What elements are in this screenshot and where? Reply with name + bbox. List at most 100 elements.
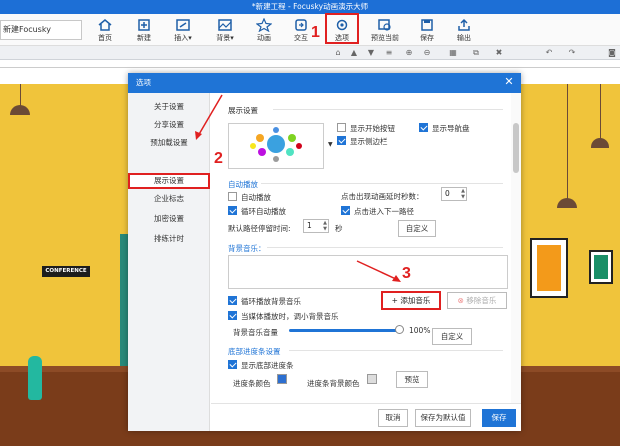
volume-slider-handle[interactable] <box>395 325 404 334</box>
background-button[interactable]: 背景▾ <box>210 16 240 44</box>
export-button-label: 输出 <box>457 34 471 42</box>
ribbon-toolbar: 新建Focusky 首页 新建 插入▾ 背景▾ 动画 交互 选项 预览当前 保存… <box>0 13 620 46</box>
camera-icon[interactable]: ◙ <box>606 48 618 57</box>
animation-button-label: 动画 <box>257 34 271 42</box>
new-button[interactable]: 新建 <box>129 16 159 44</box>
progress-preview-button[interactable]: 预览 <box>396 371 428 388</box>
loop-autoplay-label: 循环自动播放 <box>241 207 286 216</box>
zoom-out-icon[interactable]: ⊖ <box>421 48 433 57</box>
options-content: 展示设置 ▼ 显示开始按钮 显示导航盘 显示侧边栏 自动播放 自动播放 点击出现… <box>211 93 510 403</box>
add-music-label: 添加音乐 <box>400 296 431 305</box>
autoplay-section-title: 自动播放 <box>228 180 258 189</box>
sidebar-item-rehearsal[interactable]: 排练计时 <box>128 231 210 247</box>
scrollbar-thumb[interactable] <box>513 123 519 173</box>
sidebar-item-display[interactable]: 展示设置 <box>128 173 210 189</box>
canvas-toolbar: ⌂ ▲ ▼ ≡ ⊕ ⊖ ▦ ⧉ ✖ ↶ ↷ ◙ <box>0 46 620 60</box>
autoplay-label: 自动播放 <box>241 193 271 202</box>
save-button-label: 保存 <box>420 34 434 42</box>
home-icon <box>98 19 112 31</box>
loop-bgmusic-checkbox[interactable] <box>228 296 237 305</box>
preview-current-button[interactable]: 预览当前 <box>366 16 404 44</box>
click-next-path-label: 点击进入下一路径 <box>354 207 414 216</box>
cancel-button[interactable]: 取消 <box>378 409 408 427</box>
show-sidebar-label: 显示侧边栏 <box>350 137 388 146</box>
progress-color-label: 进度条颜色 <box>233 379 271 388</box>
progress-bg-color-swatch[interactable] <box>367 374 377 384</box>
theme-dropdown-arrow-icon[interactable]: ▼ <box>328 141 333 148</box>
step-2-marker: 2 <box>214 150 223 167</box>
new-icon <box>138 19 150 31</box>
add-music-button[interactable]: + 添加音乐 <box>381 291 441 310</box>
zoom-in-icon[interactable]: ⊕ <box>403 48 415 57</box>
export-button[interactable]: 输出 <box>449 16 479 44</box>
window-title: *新建工程 - Focusky动画演示大师 <box>0 0 620 14</box>
save-as-default-button[interactable]: 保存为默认值 <box>415 409 471 427</box>
reduce-bgmusic-checkbox[interactable] <box>228 311 237 320</box>
sidebar-item-encrypt[interactable]: 加密设置 <box>128 211 210 227</box>
show-start-button-checkbox[interactable] <box>337 123 346 132</box>
sidebar-item-preload[interactable]: 预加载设置 <box>128 135 210 151</box>
sidebar-item-logo[interactable]: 企业标志 <box>128 191 210 207</box>
volume-slider-track[interactable] <box>289 329 399 332</box>
sidebar-item-share[interactable]: 分享设置 <box>128 117 210 133</box>
loop-autoplay-checkbox[interactable] <box>228 206 237 215</box>
save-options-button[interactable]: 保存 <box>482 409 516 427</box>
sidebar-item-about[interactable]: 关于设置 <box>128 99 210 115</box>
volume-label: 背景音乐音量 <box>233 328 278 337</box>
delete-icon[interactable]: ✖ <box>493 48 505 57</box>
picture-frame-orange <box>530 238 568 298</box>
copy-icon[interactable]: ⧉ <box>470 48 482 58</box>
reduce-bgmusic-label: 当媒体播放时，调小背景音乐 <box>241 312 339 321</box>
close-icon[interactable]: ✕ <box>503 76 515 88</box>
redo-icon[interactable]: ↷ <box>566 48 578 57</box>
music-list[interactable] <box>228 255 508 289</box>
progress-bg-color-label: 进度条背景颜色 <box>307 379 360 388</box>
step-3-marker: 3 <box>402 265 411 282</box>
remove-music-button[interactable]: ⊗ 移除音乐 <box>447 292 507 309</box>
click-delay-value: 0 <box>445 189 450 198</box>
stepper-arrows-icon[interactable]: ▲ ▼ <box>461 188 465 200</box>
autoplay-custom-button[interactable]: 自定义 <box>398 220 436 237</box>
dialog-scrollbar[interactable] <box>511 93 521 403</box>
lamp-cord <box>600 84 601 139</box>
options-sidebar: 关于设置 分享设置 预加载设置 展示设置 企业标志 加密设置 排练计时 <box>128 93 210 431</box>
click-next-path-checkbox[interactable] <box>341 206 350 215</box>
insert-button[interactable]: 插入▾ <box>168 16 198 44</box>
step-1-marker: 1 <box>311 24 320 41</box>
home-button-label: 首页 <box>98 34 112 42</box>
progress-color-swatch[interactable] <box>277 374 287 384</box>
background-button-label: 背景▾ <box>216 34 234 42</box>
arrow-down-icon[interactable]: ▼ <box>365 48 377 57</box>
show-progress-checkbox[interactable] <box>228 360 237 369</box>
animation-button[interactable]: 动画 <box>249 16 279 44</box>
canvas-ruler <box>0 60 620 68</box>
home-small-icon[interactable]: ⌂ <box>332 48 344 57</box>
bgmusic-custom-button[interactable]: 自定义 <box>432 328 472 345</box>
show-start-button-label: 显示开始按钮 <box>350 124 395 133</box>
bgmusic-section-title: 背景音乐： <box>228 244 266 253</box>
progress-section-title: 底部进度条设置 <box>228 347 281 356</box>
grid-icon[interactable]: ▦ <box>447 48 459 57</box>
align-icon[interactable]: ≡ <box>383 48 395 57</box>
export-icon <box>458 18 470 31</box>
remove-music-label: 移除音乐 <box>466 296 497 305</box>
stepper-arrows-icon[interactable]: ▲ ▼ <box>323 220 327 232</box>
options-dialog: 选项 ✕ 关于设置 分享设置 预加载设置 展示设置 企业标志 加密设置 排练计时… <box>128 73 521 431</box>
default-stay-label: 默认路径停留时间: <box>228 224 291 233</box>
undo-icon[interactable]: ↶ <box>543 48 555 57</box>
default-stay-stepper[interactable]: 1 ▲ ▼ <box>303 219 329 233</box>
arrow-up-icon[interactable]: ▲ <box>348 48 360 57</box>
home-button[interactable]: 首页 <box>90 16 120 44</box>
save-button[interactable]: 保存 <box>412 16 442 44</box>
show-sidebar-checkbox[interactable] <box>337 136 346 145</box>
volume-value: 100% <box>409 326 431 335</box>
autoplay-checkbox[interactable] <box>228 192 237 201</box>
star-icon <box>256 18 272 32</box>
show-nav-disc-checkbox[interactable] <box>419 123 428 132</box>
click-delay-stepper[interactable]: 0 ▲ ▼ <box>441 187 467 201</box>
scene-vase <box>28 356 42 400</box>
click-delay-label: 点击出现动画延时秒数： <box>341 192 424 201</box>
default-stay-unit: 秒 <box>335 224 343 233</box>
document-name-field[interactable]: 新建Focusky <box>0 20 82 40</box>
theme-thumbnail[interactable] <box>228 123 324 169</box>
